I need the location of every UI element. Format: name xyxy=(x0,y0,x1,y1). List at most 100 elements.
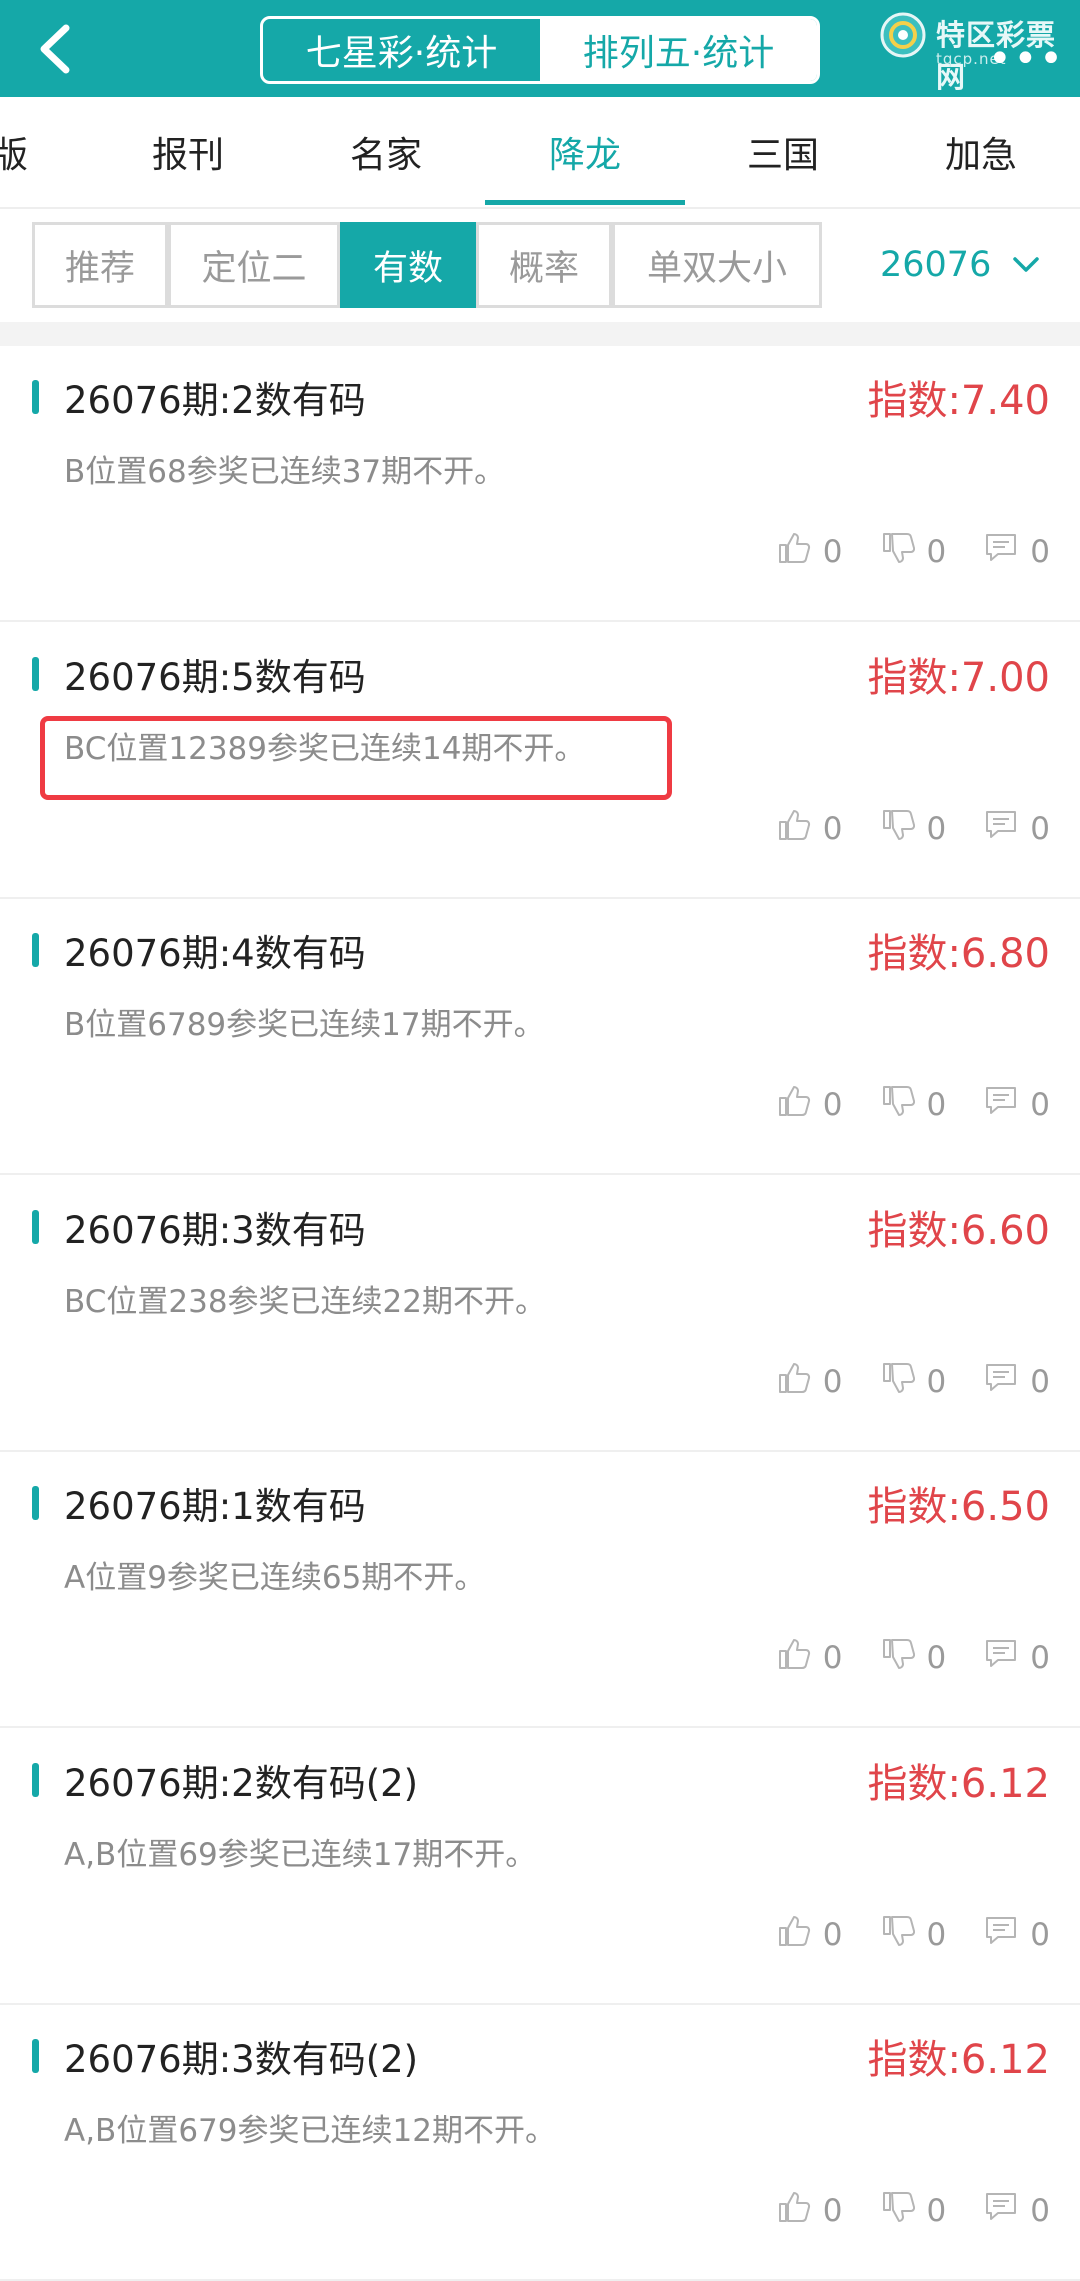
like-count: 0 xyxy=(822,1917,843,1953)
item-actions: 0 0 0 xyxy=(739,1084,1050,1126)
thumbs-down-icon xyxy=(881,1084,915,1126)
thumbs-down-icon xyxy=(881,808,915,850)
list-item[interactable]: 26076期:3数有码(2) 指数:6.12 A,B位置679参奖已连续12期不开。… xyxy=(0,2005,1080,2281)
tab-category-xianglong[interactable]: 降龙 xyxy=(485,97,685,207)
active-tab-indicator xyxy=(485,200,685,205)
tab-category-sanguo[interactable]: 三国 xyxy=(683,97,883,207)
list-item[interactable]: 26076期:4数有码 指数:6.80 B位置6789参奖已连续17期不开。 0 0 0 xyxy=(0,899,1080,1175)
issue-select[interactable]: 26076 xyxy=(880,222,1041,308)
issue-select-value: 26076 xyxy=(880,245,992,285)
thumbs-up-icon xyxy=(777,531,811,573)
thumbs-up-icon xyxy=(777,2190,811,2232)
item-description: A,B位置69参奖已连续17期不开。 xyxy=(64,1837,537,1873)
list-item[interactable]: 26076期:3数有码 指数:6.60 BC位置238参奖已连续22期不开。 0 0 0 xyxy=(0,1176,1080,1452)
thumbs-up-icon xyxy=(777,1084,811,1126)
filter-tuijian[interactable]: 推荐 xyxy=(32,222,168,308)
filter-danshuangdaxiao[interactable]: 单双大小 xyxy=(612,222,822,308)
thumbs-up-icon xyxy=(777,1914,811,1956)
dislike-button[interactable]: 0 xyxy=(881,1361,946,1403)
thumbs-down-icon xyxy=(881,531,915,573)
comment-button[interactable]: 0 xyxy=(984,1637,1050,1679)
like-count: 0 xyxy=(822,1364,843,1400)
list-item[interactable]: 26076期:2数有码(2) 指数:6.12 A,B位置69参奖已连续17期不开。 0… xyxy=(0,1729,1080,2005)
tab-category-baokan[interactable]: 报刊 xyxy=(88,97,288,207)
item-index: 指数:7.40 xyxy=(867,378,1050,424)
comment-icon xyxy=(984,2190,1018,2232)
brand-logo-icon xyxy=(880,12,926,58)
thumbs-down-icon xyxy=(881,2190,915,2232)
thumbs-up-icon xyxy=(777,808,811,850)
like-count: 0 xyxy=(822,534,843,570)
like-button[interactable]: 0 xyxy=(777,808,843,850)
comment-count: 0 xyxy=(1030,1364,1050,1400)
comment-button[interactable]: 0 xyxy=(984,808,1050,850)
section-spacer xyxy=(0,322,1080,346)
brand-watermark: 特区彩票网 tqcp.net ••• xyxy=(880,6,1076,94)
comment-button[interactable]: 0 xyxy=(984,531,1050,573)
item-title: 26076期:1数有码 xyxy=(64,1485,366,1528)
dislike-count: 0 xyxy=(926,1087,947,1123)
title-marker xyxy=(32,2039,39,2073)
comment-icon xyxy=(984,1914,1018,1956)
highlight-annotation-box xyxy=(40,716,672,800)
title-marker xyxy=(32,1486,39,1520)
thumbs-down-icon xyxy=(881,1637,915,1679)
dislike-button[interactable]: 0 xyxy=(881,1914,946,1956)
filter-youshu[interactable]: 有数 xyxy=(340,222,476,308)
thumbs-down-icon xyxy=(881,1361,915,1403)
comment-button[interactable]: 0 xyxy=(984,1914,1050,1956)
item-index: 指数:6.60 xyxy=(867,1208,1050,1254)
top-app-bar: 七星彩·统计 排列五·统计 特区彩票网 tqcp.net ••• xyxy=(0,0,1080,97)
comment-button[interactable]: 0 xyxy=(984,1084,1050,1126)
comment-count: 0 xyxy=(1030,1917,1050,1953)
like-button[interactable]: 0 xyxy=(777,1637,843,1679)
dislike-button[interactable]: 0 xyxy=(881,808,946,850)
tab-category-jiaji[interactable]: 加急 xyxy=(881,97,1080,207)
item-description: BC位置238参奖已连续22期不开。 xyxy=(64,1284,546,1320)
like-button[interactable]: 0 xyxy=(777,1084,843,1126)
comment-count: 0 xyxy=(1030,534,1050,570)
item-actions: 0 0 0 xyxy=(739,1914,1050,1956)
comment-count: 0 xyxy=(1030,1640,1050,1676)
dislike-button[interactable]: 0 xyxy=(881,1084,947,1126)
tab-category-mingjia[interactable]: 名家 xyxy=(286,97,486,207)
item-title: 26076期:2数有码 xyxy=(64,379,366,422)
dislike-button[interactable]: 0 xyxy=(881,2190,946,2232)
item-description: A位置9参奖已连续65期不开。 xyxy=(64,1560,486,1596)
item-description: A,B位置679参奖已连续12期不开。 xyxy=(64,2113,556,2149)
filter-bar: 推荐 定位二 有数 概率 单双大小 xyxy=(32,222,822,308)
dislike-button[interactable]: 0 xyxy=(881,531,946,573)
item-actions: 0 0 0 xyxy=(739,531,1050,573)
title-marker xyxy=(32,1210,39,1244)
item-actions: 0 0 0 xyxy=(739,2190,1050,2232)
filter-gailv[interactable]: 概率 xyxy=(476,222,612,308)
item-index: 指数:6.12 xyxy=(867,1761,1050,1807)
dislike-button[interactable]: 0 xyxy=(881,1637,946,1679)
item-title: 26076期:3数有码 xyxy=(64,1209,366,1252)
like-count: 0 xyxy=(822,1640,843,1676)
like-count: 0 xyxy=(822,811,843,847)
like-button[interactable]: 0 xyxy=(777,1361,843,1403)
item-title: 26076期:2数有码(2) xyxy=(64,1762,419,1805)
thumbs-up-icon xyxy=(777,1637,811,1679)
like-button[interactable]: 0 xyxy=(777,2190,843,2232)
title-marker xyxy=(32,657,39,691)
comment-icon xyxy=(984,531,1018,573)
list-item[interactable]: 26076期:2数有码 指数:7.40 B位置68参奖已连续37期不开。 0 0 0 xyxy=(0,346,1080,622)
like-button[interactable]: 0 xyxy=(777,1914,843,1956)
item-title: 26076期:5数有码 xyxy=(64,656,366,699)
tab-qixingcai-stats[interactable]: 七星彩·统计 xyxy=(263,19,540,81)
list-item[interactable]: 26076期:1数有码 指数:6.50 A位置9参奖已连续65期不开。 0 0 0 xyxy=(0,1452,1080,1728)
item-index: 指数:6.80 xyxy=(867,931,1050,977)
comment-count: 0 xyxy=(1030,2193,1050,2229)
like-count: 0 xyxy=(822,1087,843,1123)
title-marker xyxy=(32,380,39,414)
filter-dingweier[interactable]: 定位二 xyxy=(168,222,340,308)
comment-button[interactable]: 0 xyxy=(984,2190,1050,2232)
more-menu-icon[interactable]: ••• xyxy=(988,36,1065,82)
comment-button[interactable]: 0 xyxy=(984,1361,1050,1403)
back-arrow-icon[interactable] xyxy=(30,22,84,76)
like-button[interactable]: 0 xyxy=(777,531,843,573)
item-actions: 0 0 0 xyxy=(739,1361,1050,1403)
tab-pailie5-stats[interactable]: 排列五·统计 xyxy=(540,19,817,81)
